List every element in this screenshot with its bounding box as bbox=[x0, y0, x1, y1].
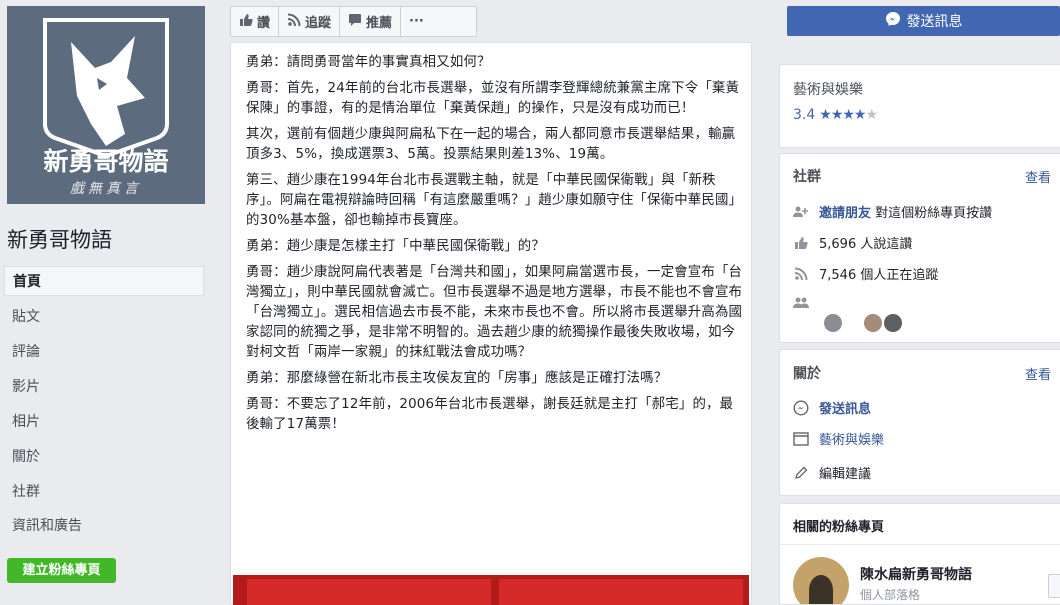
about-suggest-row: 編輯建議 bbox=[793, 463, 871, 482]
related-pages-title: 相關的粉絲專頁 bbox=[793, 520, 885, 535]
suggest-edit-link[interactable]: 編輯建議 bbox=[819, 463, 871, 482]
follows-row: 7,546 個人正在追蹤 bbox=[793, 264, 938, 283]
friends-icon bbox=[793, 295, 809, 311]
avatar[interactable] bbox=[864, 314, 882, 332]
nav-videos[interactable]: 影片 bbox=[4, 372, 204, 402]
related-page-category: 個人部落格 bbox=[860, 588, 921, 602]
create-page-button[interactable]: 建立粉絲專頁 bbox=[7, 558, 116, 583]
nav-community[interactable]: 社群 bbox=[4, 477, 204, 507]
post-paragraph: 第三、趙少康在1994年台北市長選戰主軸，就是「中華民國保衛戰」與「新秩序」。阿… bbox=[246, 173, 743, 228]
rating-value: 3.4 bbox=[793, 107, 816, 123]
post-paragraph: 勇哥：趙少康說阿扁代表著是「台灣共和國」，如果阿扁當選市長，一定會宣布「台灣獨立… bbox=[246, 265, 743, 360]
rss-icon bbox=[793, 266, 809, 282]
page-name[interactable]: 新勇哥物語 bbox=[7, 224, 112, 254]
about-send-message-link[interactable]: 發送訊息 bbox=[819, 398, 871, 417]
community-card: 社群 查看 邀請朋友 對這個粉絲專頁按讚 5,696 人說這讚 7,546 個人… bbox=[779, 153, 1060, 343]
nav-about[interactable]: 關於 bbox=[4, 442, 204, 472]
related-like-button[interactable] bbox=[1048, 574, 1060, 598]
page-actionbar: 讚 追蹤 推薦 ··· bbox=[230, 6, 477, 37]
about-title: 關於 bbox=[793, 366, 821, 382]
follow-button[interactable]: 追蹤 bbox=[279, 7, 341, 36]
send-message-button[interactable]: 發送訊息 bbox=[787, 6, 1060, 36]
post-image[interactable] bbox=[233, 575, 749, 605]
share-label: 推薦 bbox=[366, 16, 393, 31]
nav-reviews[interactable]: 評論 bbox=[4, 337, 204, 367]
related-pages-card: 相關的粉絲專頁 陳水扁新勇哥物語 個人部落格 bbox=[779, 503, 1060, 605]
star-rating-icon: ★★★★★ bbox=[819, 107, 878, 123]
post-paragraph: 勇弟：請問勇哥當年的事實真相又如何？ bbox=[246, 55, 491, 70]
like-label: 讚 bbox=[257, 16, 271, 31]
more-dots-icon: ··· bbox=[409, 14, 424, 29]
invite-friends-link[interactable]: 邀請朋友 bbox=[819, 206, 871, 221]
thumbs-up-icon bbox=[239, 13, 253, 31]
post-card: 勇弟：請問勇哥當年的事實真相又如何？ 勇哥：首先，24年前的台北市長選舉，並沒有… bbox=[230, 42, 752, 605]
related-page-avatar[interactable] bbox=[793, 557, 849, 604]
invite-friends-icon bbox=[793, 204, 809, 220]
post-paragraph: 勇弟：趙少康是怎樣主打「中華民國保衛戰」的？ bbox=[246, 239, 545, 254]
nav-posts[interactable]: 貼文 bbox=[4, 302, 204, 332]
nav-photos[interactable]: 相片 bbox=[4, 407, 204, 437]
like-button[interactable]: 讚 bbox=[231, 7, 280, 36]
post-paragraph: 勇弟：那麼綠營在新北市長主攻侯友宜的「房事」應該是正確打法嗎？ bbox=[246, 371, 668, 386]
category-card: 藝術與娛樂 3.4 ★★★★★ bbox=[779, 64, 1060, 148]
related-page-name[interactable]: 陳水扁新勇哥物語 bbox=[860, 564, 972, 584]
nav-info-ads[interactable]: 資訊和廣告 bbox=[4, 511, 204, 541]
about-message-row: 發送訊息 bbox=[793, 398, 871, 417]
divider bbox=[780, 544, 1060, 545]
likes-count: 5,696 人說這讚 bbox=[819, 237, 913, 252]
logo-title: 新勇哥物語 bbox=[43, 147, 169, 176]
about-card: 關於 查看 發送訊息 藝術與娛樂 編輯建議 bbox=[779, 349, 1060, 496]
messenger-icon bbox=[793, 399, 809, 416]
more-button[interactable]: ··· bbox=[401, 7, 432, 36]
about-category-row: 藝術與娛樂 bbox=[793, 429, 884, 448]
friend-avatars bbox=[824, 314, 902, 332]
avatar[interactable] bbox=[884, 314, 902, 332]
about-see-all-link[interactable]: 查看 bbox=[1025, 364, 1051, 383]
post-paragraph: 勇哥：首先，24年前的台北市長選舉，並沒有所謂李登輝總統兼黨主席下令「棄黃保陳」… bbox=[246, 81, 740, 116]
post-paragraph: 其次，選前有個趙少康與阿扁私下在一起的場合，兩人都同意市長選舉結果，輸贏頂多3、… bbox=[246, 127, 736, 162]
follows-count: 7,546 個人正在追蹤 bbox=[819, 268, 939, 283]
category-label[interactable]: 藝術與娛樂 bbox=[793, 79, 863, 99]
rss-icon bbox=[287, 13, 301, 31]
page-logo[interactable]: 新勇哥物語 戲無真言 bbox=[7, 6, 205, 204]
community-title: 社群 bbox=[793, 169, 821, 185]
post-body: 勇弟：請問勇哥當年的事實真相又如何？ 勇哥：首先，24年前的台北市長選舉，並沒有… bbox=[246, 53, 744, 441]
avatar[interactable] bbox=[824, 314, 842, 332]
about-category-link[interactable]: 藝術與娛樂 bbox=[819, 429, 884, 448]
invite-row: 邀請朋友 對這個粉絲專頁按讚 bbox=[793, 202, 992, 221]
post-paragraph: 勇哥：不要忘了12年前，2006年台北市長選舉，謝長廷就是主打「郝宅」的，最後輸… bbox=[246, 397, 734, 432]
speech-bubble-icon bbox=[348, 13, 362, 31]
community-see-all-link[interactable]: 查看 bbox=[1025, 167, 1051, 186]
friends-row bbox=[793, 295, 809, 311]
share-button[interactable]: 推薦 bbox=[340, 7, 402, 36]
send-message-label: 發送訊息 bbox=[906, 14, 963, 30]
pencil-icon bbox=[793, 465, 809, 481]
likes-row: 5,696 人說這讚 bbox=[793, 233, 912, 252]
messenger-icon bbox=[885, 11, 901, 31]
follow-label: 追蹤 bbox=[305, 16, 332, 31]
category-icon bbox=[793, 431, 809, 447]
invite-text: 對這個粉絲專頁按讚 bbox=[875, 206, 993, 221]
rating[interactable]: 3.4 ★★★★★ bbox=[793, 107, 878, 123]
thumbs-up-icon bbox=[793, 235, 809, 251]
nav-home[interactable]: 首頁 bbox=[4, 266, 204, 296]
logo-subtitle: 戲無真言 bbox=[70, 181, 142, 197]
